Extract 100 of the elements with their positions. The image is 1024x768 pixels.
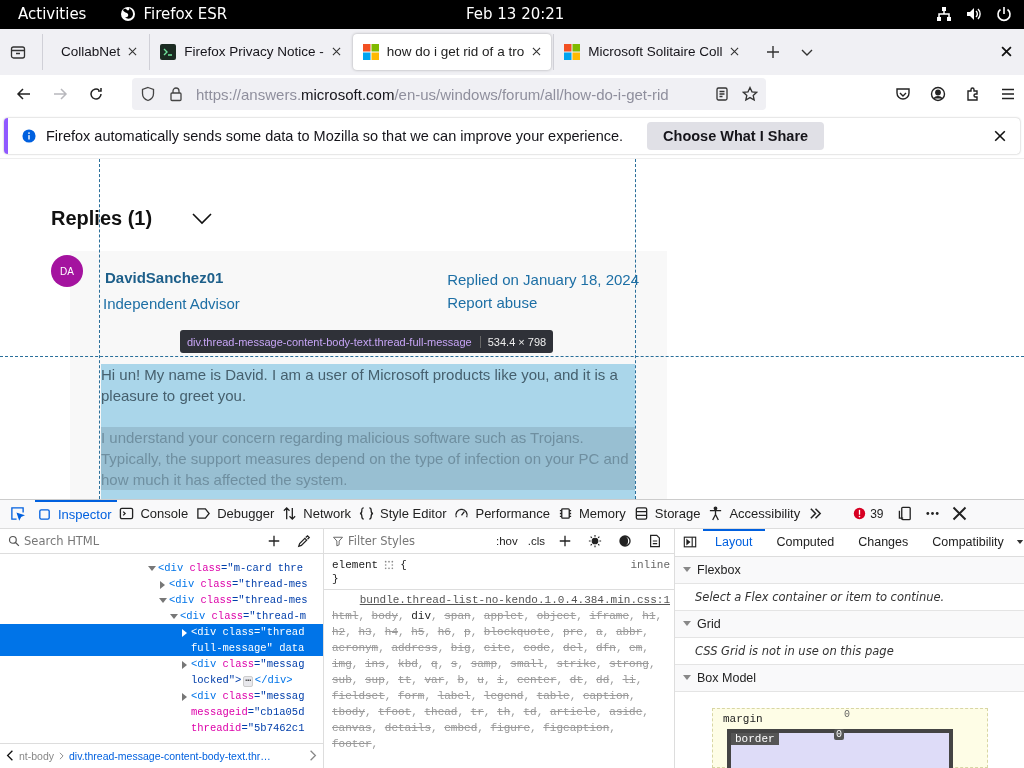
section-header[interactable]: Flexbox <box>675 557 1024 584</box>
close-icon[interactable] <box>532 47 542 57</box>
markup-node[interactable]: <div class="thread-m <box>0 608 323 624</box>
toggle-pane-icon[interactable] <box>683 535 697 550</box>
search-html-field[interactable]: Search HTML <box>24 534 257 548</box>
selector-separator: , <box>384 674 392 686</box>
power-icon[interactable] <box>996 6 1012 23</box>
new-tab-icon[interactable] <box>765 43 782 60</box>
responsive-design-icon[interactable] <box>897 506 913 522</box>
markup-node[interactable]: <div class="messag messageid="cb1a05d threadid="5b7462c1 <box>0 688 323 736</box>
devtools-tab[interactable]: Performance <box>452 500 556 528</box>
reply-date[interactable]: Replied on January 18, 2024 <box>447 271 639 289</box>
close-icon[interactable] <box>951 506 967 522</box>
error-count[interactable]: 39 <box>853 507 884 521</box>
selector: div <box>411 610 432 622</box>
markup-node[interactable]: <div class="thread full-message" data <box>0 624 323 656</box>
browser-tab[interactable]: Microsoft Solitaire Coll <box>553 33 750 70</box>
sidebar-tab[interactable]: Changes <box>846 529 921 556</box>
address-field[interactable]: https://answers.microsoft.com/en-us/windows/forum/all/how-do-i-get-rid <box>132 78 766 111</box>
close-window-icon[interactable] <box>1001 46 1012 58</box>
report-abuse-link[interactable]: Report abuse <box>447 294 639 312</box>
selector: dfn <box>596 642 616 654</box>
breadcrumb[interactable]: nt-body <box>19 750 55 762</box>
close-icon[interactable] <box>331 47 341 57</box>
pocket-icon[interactable] <box>895 86 911 103</box>
devtools-tab[interactable]: Network <box>280 500 357 528</box>
sidebar-tab[interactable]: Layout <box>703 529 765 556</box>
tab-label: Storage <box>654 506 701 522</box>
section-header[interactable]: Box Model <box>675 665 1024 692</box>
double-chevron-icon[interactable] <box>808 506 824 522</box>
tab-title: Firefox Privacy Notice - <box>184 44 324 60</box>
tab-list-icon[interactable] <box>10 43 26 60</box>
author-role: Independent Advisor <box>103 295 240 313</box>
clock[interactable]: Feb 13 20:21 <box>466 5 565 24</box>
document-icon[interactable] <box>648 534 662 548</box>
sun-icon[interactable] <box>588 534 602 548</box>
element-picker-icon[interactable] <box>10 506 25 522</box>
selector-separator: , <box>411 706 418 718</box>
selector-separator: , <box>642 642 649 654</box>
browser-tab[interactable]: Firefox Privacy Notice - <box>149 33 351 70</box>
app-menu[interactable]: Firefox ESR <box>120 5 228 24</box>
section-title: Flexbox <box>697 563 741 577</box>
selector-separator: , <box>483 706 491 718</box>
breadcrumb[interactable]: div.thread-message-content-body-text.thr… <box>69 750 271 762</box>
puzzle-piece-icon[interactable] <box>965 86 981 103</box>
selector-separator: , <box>642 706 649 718</box>
selector-separator: , <box>582 626 590 638</box>
chevron-right-icon[interactable] <box>309 749 317 763</box>
activities-button[interactable]: Activities <box>18 5 87 24</box>
sidebar-tab[interactable]: Computed <box>764 529 847 556</box>
moon-icon[interactable] <box>618 534 632 548</box>
account-icon[interactable] <box>930 86 946 103</box>
devtools-tab[interactable]: Memory <box>555 500 632 528</box>
choose-what-i-share-button[interactable]: Choose What I Share <box>647 121 825 150</box>
devtools-tab[interactable]: Console <box>117 500 195 528</box>
selector: del <box>563 642 583 654</box>
selector: figure <box>490 722 531 734</box>
dropdown-arrow-icon[interactable] <box>1015 540 1024 545</box>
pseudo-class-toggle[interactable]: :hov <box>493 535 521 547</box>
section-title: Box Model <box>697 671 757 685</box>
selector-separator: , <box>530 722 537 734</box>
author-name[interactable]: DavidSanchez01 <box>105 269 240 287</box>
filter-styles-field[interactable]: Filter Styles <box>348 534 489 548</box>
markup-node[interactable]: <div class="m-card thre <box>0 560 323 576</box>
dotted-grid-icon[interactable] <box>384 560 395 570</box>
chevron-left-icon[interactable] <box>6 749 14 763</box>
avatar[interactable]: DA <box>51 255 83 288</box>
selector-separator: , <box>365 706 372 718</box>
section-header[interactable]: Grid <box>675 611 1024 638</box>
reader-view-icon[interactable] <box>714 86 730 103</box>
devtools-tab[interactable]: Storage <box>631 500 707 528</box>
collapsed-content-badge[interactable]: ⋯ <box>243 676 253 687</box>
border-top-value[interactable]: 0 <box>834 729 844 740</box>
selector-separator: , <box>609 722 616 734</box>
devtools-tab[interactable]: Style Editor <box>357 500 453 528</box>
devtools-tab[interactable]: Inspector <box>35 500 118 528</box>
selector: sub <box>332 674 352 686</box>
add-rule-icon[interactable] <box>558 534 572 548</box>
close-icon[interactable] <box>994 129 1006 142</box>
add-node-icon[interactable] <box>267 534 281 548</box>
close-icon[interactable] <box>128 47 138 57</box>
network-icon[interactable] <box>936 6 952 23</box>
margin-top-value[interactable]: 0 <box>844 709 850 720</box>
devtools-tab[interactable]: Accessibility <box>706 500 807 528</box>
stylesheet-link[interactable]: bundle.thread-list-no-kendo.1.0.4.384.min.css:1 <box>359 594 670 606</box>
devtools-tab[interactable]: Debugger <box>194 500 281 528</box>
selector: table <box>536 690 570 702</box>
browser-tab[interactable]: how do i get rid of a tro <box>352 33 552 70</box>
selector: p <box>464 626 471 638</box>
chevron-down-icon[interactable] <box>192 212 213 225</box>
sidebar-tab[interactable]: Compatibility <box>920 529 1016 556</box>
browser-tab[interactable]: CollabNet <box>42 33 148 70</box>
close-icon[interactable] <box>730 47 740 57</box>
class-toggle[interactable]: .cls <box>524 535 548 547</box>
reload-icon[interactable] <box>88 86 104 103</box>
star-icon[interactable] <box>742 86 758 103</box>
markup-node[interactable]: <div class="messag locked"> ⋯ </div> <box>0 656 323 688</box>
eyedropper-icon[interactable] <box>297 534 311 548</box>
markup-node[interactable]: <div class="thread-mes <box>0 592 323 608</box>
markup-node[interactable]: <div class="thread-mes <box>0 576 323 592</box>
